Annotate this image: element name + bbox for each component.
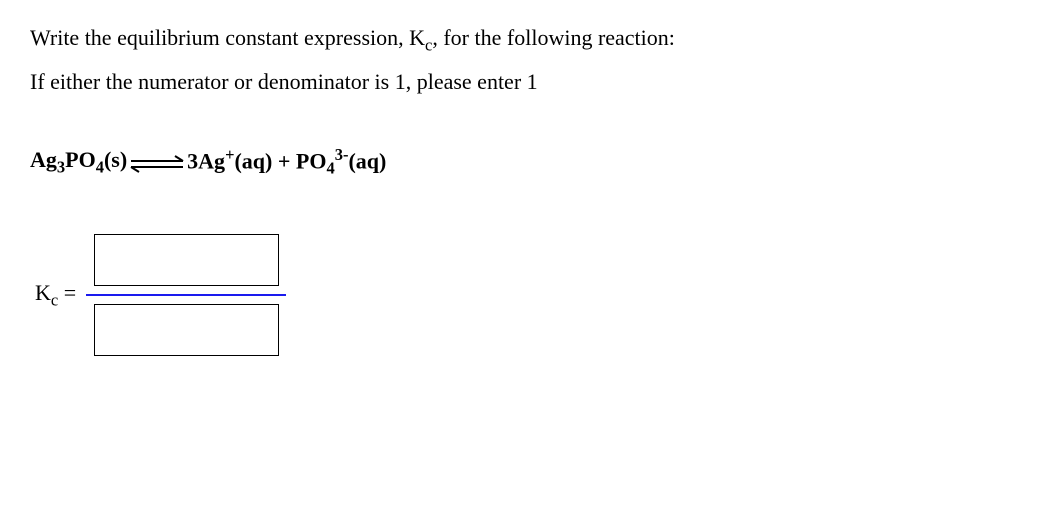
question-text-line2: If either the numerator or denominator i… [30,69,1009,95]
equilibrium-arrow-icon [129,153,185,171]
chemical-equation: Ag3PO4(s) 3Ag+(aq) + PO43-(aq) [30,145,1009,179]
numerator-input[interactable] [94,234,279,286]
fraction-bar [86,294,286,296]
products-formula: 3Ag+(aq) + PO43-(aq) [187,145,386,179]
question-text-line1: Write the equilibrium constant expressio… [30,25,1009,55]
fraction-container [86,234,286,356]
question-part1: Write the equilibrium constant expressio… [30,25,425,50]
question-part2: , for the following reaction: [432,25,675,50]
kc-label: Kc = [35,280,76,310]
denominator-input[interactable] [94,304,279,356]
kc-expression: Kc = [35,234,1009,356]
reactant-formula: Ag3PO4(s) [30,147,127,177]
